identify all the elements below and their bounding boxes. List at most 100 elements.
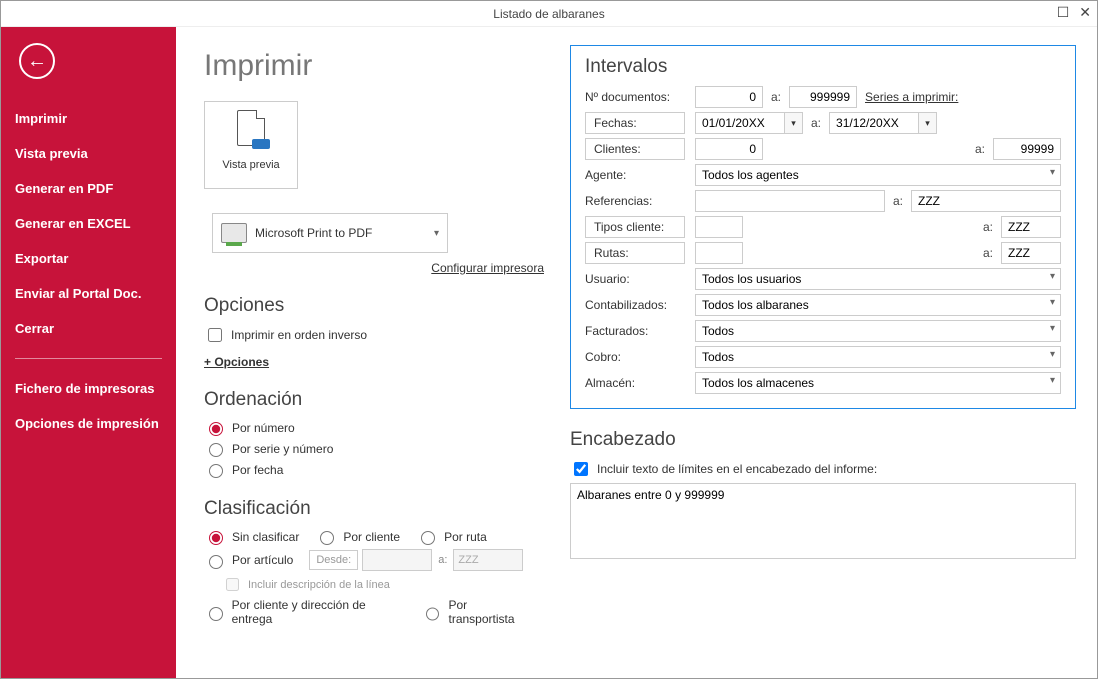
sidebar-menu-primary: Imprimir Vista previa Generar en PDF Gen… [1, 101, 176, 346]
almacen-select[interactable] [695, 372, 1061, 394]
chevron-down-icon: ▾ [434, 228, 439, 239]
clasif-ruta[interactable]: Por ruta [416, 528, 487, 545]
sort-por-fecha[interactable]: Por fecha [204, 461, 534, 478]
rutas-a: a: [983, 246, 993, 260]
arrow-left-icon: ← [27, 50, 47, 73]
printer-icon [221, 223, 247, 243]
clasif-transportista-radio[interactable] [426, 607, 440, 621]
series-link[interactable]: Series a imprimir: [865, 90, 958, 104]
fecha-from-dd[interactable]: ▾ [785, 112, 803, 134]
sidebar-item-generar-excel[interactable]: Generar en EXCEL [1, 206, 176, 241]
enc-check-row: Incluir texto de límites en el encabezad… [570, 459, 1076, 479]
desde-from-input[interactable] [362, 549, 432, 571]
fechas-button[interactable]: Fechas: [585, 112, 685, 134]
cobro-label: Cobro: [585, 350, 695, 364]
back-button[interactable]: ← [19, 43, 55, 79]
ref-to-input[interactable] [911, 190, 1061, 212]
sidebar: ← Imprimir Vista previa Generar en PDF G… [1, 27, 176, 678]
preview-label: Vista previa [205, 159, 297, 171]
ndoc-label: Nº documentos: [585, 90, 695, 104]
sort-por-numero-radio[interactable] [209, 422, 223, 436]
contab-select[interactable] [695, 294, 1061, 316]
clasif-cliente[interactable]: Por cliente [315, 528, 400, 545]
cli-to-input[interactable] [993, 138, 1061, 160]
more-options-link[interactable]: + Opciones [204, 355, 269, 369]
sort-por-fecha-label: Por fecha [232, 463, 283, 477]
sort-por-serie[interactable]: Por serie y número [204, 440, 534, 457]
enc-include-checkbox[interactable] [574, 462, 588, 476]
ndoc-from-input[interactable] [695, 86, 763, 108]
tipos-button[interactable]: Tipos cliente: [585, 216, 685, 238]
preview-button[interactable]: Vista previa [204, 101, 298, 189]
clasif-cliente-label: Por cliente [343, 530, 400, 544]
rutas-button[interactable]: Rutas: [585, 242, 685, 264]
clasif-sin[interactable]: Sin clasificar [204, 528, 299, 545]
sidebar-item-fichero-impresoras[interactable]: Fichero de impresoras [1, 371, 176, 406]
sidebar-item-exportar[interactable]: Exportar [1, 241, 176, 276]
sidebar-item-enviar-portal[interactable]: Enviar al Portal Doc. [1, 276, 176, 311]
top-area: Imprimir Vista previa Microsoft Print to… [204, 45, 1069, 630]
sort-por-numero[interactable]: Por número [204, 419, 534, 436]
tipos-from-input[interactable] [695, 216, 743, 238]
fecha-from-input[interactable] [695, 112, 785, 134]
configure-printer-link[interactable]: Configurar impresora [204, 261, 544, 275]
fecha-a: a: [811, 116, 821, 130]
sort-por-serie-radio[interactable] [209, 443, 223, 457]
fact-select[interactable] [695, 320, 1061, 342]
intervalos-panel: Intervalos Nº documentos: a: Series a im… [570, 45, 1076, 409]
tipos-to-input[interactable] [1001, 216, 1061, 238]
clasif-articulo-radio[interactable] [209, 555, 223, 569]
desde-group: Desde: a: [309, 549, 523, 571]
sidebar-item-cerrar[interactable]: Cerrar [1, 311, 176, 346]
ndoc-to-input[interactable] [789, 86, 857, 108]
rutas-to-input[interactable] [1001, 242, 1061, 264]
print-toolbar: Vista previa Microsoft Print to PDF ▾ Co… [204, 101, 534, 275]
clasif-group: Sin clasificar Por cliente Por ruta Por … [204, 528, 534, 626]
document-preview-icon [205, 110, 297, 153]
desde-label: Desde: [309, 550, 358, 570]
options-heading: Opciones [204, 295, 534, 317]
clasif-articulo[interactable]: Por artículo [204, 552, 293, 569]
sort-por-fecha-radio[interactable] [209, 464, 223, 478]
desde-to-input[interactable] [453, 549, 523, 571]
maximize-icon[interactable]: ☐ [1057, 5, 1070, 19]
clasif-cliente-dir-label: Por cliente y dirección de entrega [232, 598, 405, 626]
sidebar-item-generar-pdf[interactable]: Generar en PDF [1, 171, 176, 206]
clasif-ruta-label: Por ruta [444, 530, 487, 544]
clientes-button[interactable]: Clientes: [585, 138, 685, 160]
usuario-select[interactable] [695, 268, 1061, 290]
close-icon[interactable]: ✕ [1079, 5, 1091, 19]
titlebar: Listado de albaranes ☐ ✕ [1, 1, 1097, 27]
sidebar-item-opciones-impresion[interactable]: Opciones de impresión [1, 406, 176, 441]
fecha-to-input[interactable] [829, 112, 919, 134]
incl-desc-checkbox[interactable] [226, 578, 239, 591]
sort-heading: Ordenación [204, 389, 534, 411]
contab-label: Contabilizados: [585, 298, 695, 312]
rutas-from-input[interactable] [695, 242, 743, 264]
clasif-cliente-radio[interactable] [320, 531, 334, 545]
printer-dropdown[interactable]: Microsoft Print to PDF ▾ [212, 213, 448, 253]
clasif-cliente-dir[interactable]: Por cliente y dirección de entrega [204, 598, 405, 626]
sidebar-item-imprimir[interactable]: Imprimir [1, 101, 176, 136]
cobro-select[interactable] [695, 346, 1061, 368]
clasif-transportista[interactable]: Por transportista [421, 598, 534, 626]
enc-check-label: Incluir texto de límites en el encabezad… [597, 462, 877, 476]
clasif-articulo-label: Por artículo [232, 553, 293, 567]
cli-from-input[interactable] [695, 138, 763, 160]
desde-a-label: a: [436, 554, 449, 566]
ref-from-input[interactable] [695, 190, 885, 212]
fecha-to-dd[interactable]: ▾ [919, 112, 937, 134]
clasif-sin-radio[interactable] [209, 531, 223, 545]
right-column: Intervalos Nº documentos: a: Series a im… [570, 45, 1076, 562]
reverse-print-checkbox[interactable] [208, 328, 222, 342]
window-controls: ☐ ✕ [1057, 5, 1091, 19]
sidebar-item-vista-previa[interactable]: Vista previa [1, 136, 176, 171]
usuario-label: Usuario: [585, 272, 695, 286]
clasif-ruta-radio[interactable] [421, 531, 435, 545]
agente-select[interactable] [695, 164, 1061, 186]
app-window: Listado de albaranes ☐ ✕ ← Imprimir Vist… [0, 0, 1098, 679]
enc-textarea[interactable] [570, 483, 1076, 559]
ref-label: Referencias: [585, 194, 695, 208]
intervalos-grid: Nº documentos: a: Series a imprimir: Fec… [585, 86, 1061, 394]
clasif-cliente-dir-radio[interactable] [209, 607, 223, 621]
